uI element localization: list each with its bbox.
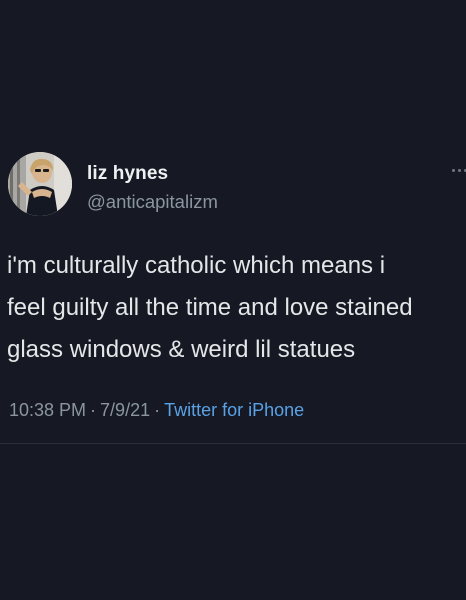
more-dots-icon [452, 169, 455, 172]
tweet-time[interactable]: 10:38 PM [9, 400, 86, 420]
tweet-text-line: feel guilty all the time and love staine… [7, 294, 413, 321]
avatar[interactable] [8, 152, 72, 216]
meta-separator: · [154, 400, 161, 420]
tweet-card: liz hynes @anticapitalizm i'm culturally… [0, 0, 466, 600]
more-dots-icon [458, 169, 461, 172]
avatar-image [8, 152, 72, 216]
more-options-button[interactable] [446, 164, 466, 178]
divider [0, 443, 466, 444]
author-display-name[interactable]: liz hynes [87, 163, 168, 185]
tweet-metadata: 10:38 PM · 7/9/21 · Twitter for iPhone [9, 400, 304, 421]
tweet-source-link[interactable]: Twitter for iPhone [164, 400, 304, 420]
author-handle[interactable]: @anticapitalizm [87, 191, 218, 213]
tweet-text: i'm culturally catholic which means i fe… [7, 245, 466, 371]
meta-separator: · [90, 400, 97, 420]
tweet-text-line: glass windows & weird lil statues [7, 336, 356, 363]
tweet-text-line: i'm culturally catholic which means i [7, 252, 386, 279]
tweet-date[interactable]: 7/9/21 [100, 400, 150, 420]
